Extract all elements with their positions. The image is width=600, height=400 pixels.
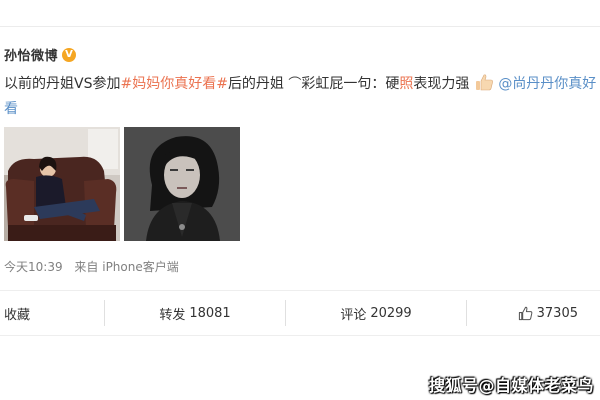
emphasis-text: 照: [399, 76, 414, 92]
post-meta: 今天10:39 来自 iPhone客户端: [4, 258, 179, 275]
comment-button[interactable]: 评论 20299: [286, 291, 466, 335]
text-segment: 表现力强: [413, 76, 470, 92]
text-segment: 以前的丹姐VS参加: [4, 76, 121, 92]
portrait-photo: [124, 127, 240, 241]
repost-count: 18081: [189, 305, 231, 321]
hashtag-link[interactable]: #妈妈你真好看#: [120, 76, 227, 92]
top-divider: [0, 26, 600, 27]
watermark: 搜狐号@自媒体老菜鸟: [428, 376, 594, 395]
post-time[interactable]: 今天10:39: [4, 260, 63, 274]
mention-link-continued[interactable]: 看: [4, 97, 600, 121]
post-source: 来自 iPhone客户端: [74, 260, 179, 274]
mention-link[interactable]: @尚丹丹你真好: [498, 76, 596, 92]
action-bar: 收藏 转发 18081 评论 20299 37305: [0, 291, 600, 335]
collect-label: 收藏: [4, 307, 31, 323]
like-button[interactable]: 37305: [467, 291, 600, 335]
comment-count: 20299: [370, 305, 412, 321]
post-image-2[interactable]: [124, 127, 240, 241]
post-image-1[interactable]: [4, 127, 120, 241]
post-text: 以前的丹姐VS参加#妈妈你真好看#后的丹姐 ⌒彩虹屁一句：硬照表现力强 @尚丹丹…: [4, 72, 600, 121]
comment-label: 评论: [340, 307, 367, 323]
author-name[interactable]: 孙怡微博: [4, 45, 58, 64]
thumbs-up-emoji-icon: [475, 74, 493, 91]
thumbs-up-icon: [518, 306, 532, 320]
text-segment: 彩虹屁一句：硬: [301, 76, 400, 92]
collect-button[interactable]: 收藏: [0, 291, 104, 335]
actions-divider-bottom: [0, 335, 600, 336]
text-segment: 后的丹姐: [227, 76, 289, 92]
verified-badge-icon: V: [62, 47, 77, 62]
post-author: 孙怡微博 V: [4, 45, 77, 64]
repost-label: 转发: [159, 307, 186, 323]
image-gallery: [4, 127, 240, 241]
rainbow-icon: ⌒: [288, 77, 302, 92]
like-count: 37305: [536, 305, 578, 321]
repost-button[interactable]: 转发 18081: [105, 291, 285, 335]
sofa-photo: [4, 127, 120, 241]
